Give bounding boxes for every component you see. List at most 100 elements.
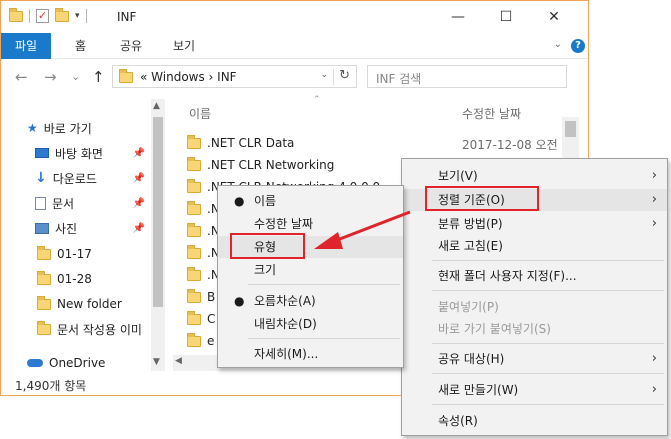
menu-item-properties[interactable]: 속성(R) (402, 410, 667, 432)
highlight-box-sort-by (425, 186, 539, 211)
pin-icon[interactable]: 📌 (133, 148, 145, 159)
scroll-thumb[interactable] (565, 121, 576, 137)
pin-icon[interactable]: 📌 (133, 173, 145, 184)
menu-item-group-by[interactable]: 분류 방법(P) › (402, 213, 667, 235)
folder-icon (187, 244, 201, 259)
sidebar-item-01-28[interactable]: 01-28 (37, 268, 92, 290)
ribbon-tabs: 파일 홈 공유 보기 ⌄ ? (1, 33, 588, 59)
folder-icon (187, 288, 201, 303)
pictures-icon (35, 222, 49, 234)
folder-icon (187, 332, 201, 347)
new-folder-icon[interactable] (55, 7, 69, 22)
menu-item-refresh[interactable]: 새로 고침(E) (402, 235, 667, 257)
folder-icon (187, 178, 201, 193)
table-row[interactable]: .N (187, 264, 220, 286)
sidebar-item-01-17[interactable]: 01-17 (37, 243, 92, 265)
checked-dot-icon: ● (234, 194, 245, 208)
menu-item-share-with[interactable]: 공유 대상(H) › (402, 348, 667, 370)
folder-icon (37, 245, 51, 260)
pin-icon[interactable]: 📌 (133, 223, 145, 234)
chevron-right-icon: › (651, 192, 657, 207)
tab-home[interactable]: 홈 (75, 33, 86, 59)
pin-icon[interactable]: 📌 (133, 198, 145, 209)
file-date: 2017-12-08 오전 (462, 138, 558, 152)
sort-submenu: ● 이름 수정한 날짜 유형 크기 ● 오름차순(A) 내림차순(D) 자세히(… (217, 185, 404, 368)
sidebar-item-quick-access[interactable]: ★ 바로 가기 (27, 117, 92, 139)
sidebar-item-desktop[interactable]: 바탕 화면 📌 (35, 142, 151, 164)
submenu-item-more[interactable]: 자세히(M)... (218, 343, 403, 365)
up-button[interactable]: ↑ (92, 68, 105, 86)
search-placeholder: INF 검색 (376, 72, 422, 86)
ribbon-expand-icon[interactable]: ⌄ (554, 39, 562, 50)
maximize-button[interactable]: ☐ (486, 5, 526, 29)
table-row[interactable]: .NET CLR Data (187, 132, 294, 154)
chevron-right-icon: › (651, 168, 657, 183)
menu-item-view[interactable]: 보기(V) › (402, 165, 667, 187)
help-icon[interactable]: ? (571, 39, 585, 53)
scroll-left-icon[interactable]: ◀ (175, 356, 182, 366)
sidebar-item-documents[interactable]: 문서 📌 (35, 192, 151, 214)
menu-separator (248, 338, 400, 339)
tab-view[interactable]: 보기 (173, 33, 195, 59)
minimize-button[interactable]: — (438, 5, 478, 29)
submenu-item-size[interactable]: 크기 (218, 259, 403, 281)
checked-dot-icon: ● (234, 294, 245, 308)
column-header-date[interactable]: 수정한 날짜 (462, 105, 521, 122)
menu-separator (248, 284, 400, 285)
folder-icon (119, 69, 133, 83)
table-row[interactable]: .NET CLR Networking (187, 154, 334, 176)
table-row[interactable]: B (187, 286, 215, 308)
folder-icon (187, 156, 201, 171)
toolbar-divider (29, 9, 30, 23)
forward-button[interactable]: → (44, 68, 57, 86)
sidebar-item-downloads[interactable]: ↓ 다운로드 📌 (35, 167, 151, 189)
back-button[interactable]: ← (15, 68, 28, 86)
scroll-thumb[interactable] (153, 117, 163, 307)
sidebar-item-pictures[interactable]: 사진 📌 (35, 217, 151, 239)
table-row[interactable]: C (187, 308, 215, 330)
submenu-item-date-modified[interactable]: 수정한 날짜 (218, 213, 403, 235)
file-name: e (207, 334, 215, 348)
sidebar-item-new-folder[interactable]: New folder (37, 293, 122, 315)
menu-separator (432, 404, 664, 405)
folder-icon (187, 134, 201, 149)
sidebar-item-doc-images[interactable]: 문서 작성용 이미 (37, 318, 151, 340)
scroll-down-icon[interactable]: ▼ (153, 357, 160, 367)
table-row[interactable]: .N (187, 198, 220, 220)
chevron-down-icon[interactable]: ⌄ (320, 70, 328, 80)
recent-locations-icon[interactable]: ⌄ (71, 70, 80, 83)
sidebar-scrollbar[interactable]: ▲ ▼ (151, 99, 165, 371)
properties-icon[interactable]: ✓ (36, 9, 49, 23)
menu-item-new[interactable]: 새로 만들기(W) › (402, 379, 667, 401)
refresh-icon[interactable]: ↻ (339, 68, 350, 83)
breadcrumb[interactable]: « Windows › INF (140, 70, 237, 84)
window-title: INF (117, 10, 137, 24)
folder-icon[interactable] (9, 7, 23, 22)
table-row[interactable]: .N (187, 242, 220, 264)
menu-item-customize-folder[interactable]: 현재 폴더 사용자 지정(F)... (402, 265, 667, 287)
close-button[interactable]: ✕ (534, 5, 574, 29)
search-input[interactable]: INF 검색 (367, 65, 567, 88)
address-bar[interactable]: « Windows › INF ⌄ ↻ (112, 65, 357, 88)
sidebar-item-label: 문서 작성용 이미 (57, 322, 142, 337)
customize-toolbar-icon[interactable]: ▾ (75, 11, 80, 21)
table-row[interactable]: e (187, 330, 214, 352)
submenu-item-name[interactable]: ● 이름 (218, 190, 403, 212)
submenu-item-ascending[interactable]: ● 오름차순(A) (218, 290, 403, 312)
sort-ascending-icon: ⌃ (313, 95, 321, 105)
document-icon (35, 196, 46, 210)
star-icon: ★ (27, 121, 38, 135)
sidebar-item-onedrive[interactable]: OneDrive (27, 352, 105, 374)
menu-separator (432, 373, 664, 374)
column-header-name[interactable]: 이름 (189, 105, 211, 122)
scroll-up-icon[interactable]: ▲ (153, 101, 160, 111)
sidebar-item-label: 바로 가기 (43, 121, 92, 136)
submenu-item-descending[interactable]: 내림차순(D) (218, 313, 403, 335)
navigation-bar: ← → ⌄ ↑ « Windows › INF ⌄ ↻ INF 검색 (1, 59, 588, 95)
folder-icon (187, 222, 201, 237)
address-divider (333, 69, 334, 85)
tab-file[interactable]: 파일 (1, 33, 51, 59)
table-row[interactable]: .N (187, 220, 220, 242)
tab-share[interactable]: 공유 (120, 33, 142, 59)
title-bar: ✓ ▾ INF — ☐ ✕ (1, 1, 588, 33)
